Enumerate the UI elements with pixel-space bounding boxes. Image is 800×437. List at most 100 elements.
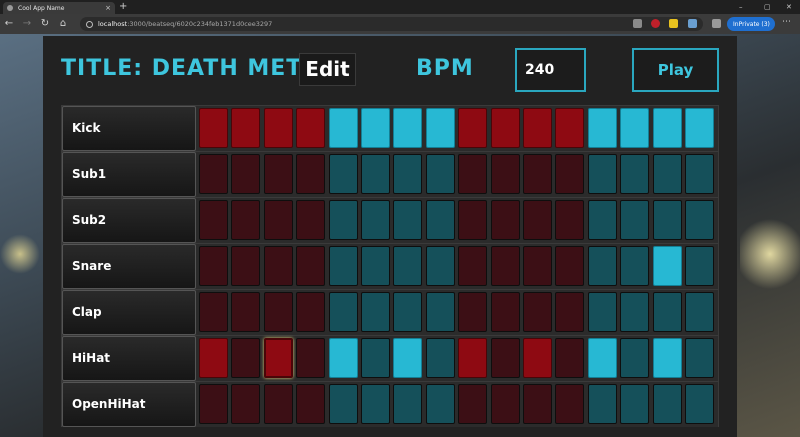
step-cell[interactable]: [652, 246, 682, 286]
step-cell[interactable]: [199, 200, 228, 240]
step-cell[interactable]: [555, 108, 585, 148]
reader-icon[interactable]: [633, 19, 642, 28]
step-cell[interactable]: [199, 384, 228, 424]
step-cell[interactable]: [328, 384, 358, 424]
back-button[interactable]: ←: [0, 14, 18, 34]
step-cell[interactable]: [231, 154, 261, 194]
step-cell[interactable]: [199, 338, 228, 378]
edit-title-button[interactable]: Edit: [299, 53, 356, 86]
step-cell[interactable]: [685, 292, 714, 332]
step-cell[interactable]: [231, 292, 261, 332]
step-cell[interactable]: [685, 246, 714, 286]
step-cell[interactable]: [685, 338, 714, 378]
step-cell[interactable]: [587, 108, 617, 148]
step-cell[interactable]: [620, 154, 650, 194]
forward-button[interactable]: →: [18, 14, 36, 34]
step-cell[interactable]: [199, 108, 228, 148]
step-cell[interactable]: [490, 108, 520, 148]
step-cell[interactable]: [199, 292, 228, 332]
step-cell[interactable]: [361, 246, 390, 286]
step-cell[interactable]: [263, 246, 293, 286]
step-cell[interactable]: [620, 292, 650, 332]
site-info-icon[interactable]: [86, 20, 93, 28]
step-cell[interactable]: [361, 292, 390, 332]
step-cell[interactable]: [296, 338, 326, 378]
home-button[interactable]: ⌂: [54, 14, 72, 34]
extension-yellow-icon[interactable]: [669, 19, 678, 28]
step-cell[interactable]: [555, 200, 585, 240]
step-cell[interactable]: [587, 292, 617, 332]
step-cell[interactable]: [199, 154, 228, 194]
step-cell[interactable]: [458, 200, 488, 240]
step-cell[interactable]: [587, 246, 617, 286]
track-name[interactable]: HiHat: [62, 336, 196, 381]
step-cell[interactable]: [361, 108, 390, 148]
step-cell[interactable]: [555, 292, 585, 332]
inprivate-badge[interactable]: InPrivate (3): [727, 17, 775, 31]
step-cell[interactable]: [555, 384, 585, 424]
step-cell[interactable]: [458, 108, 488, 148]
step-cell[interactable]: [263, 292, 293, 332]
step-cell[interactable]: [620, 338, 650, 378]
new-tab-button[interactable]: +: [119, 1, 127, 13]
step-cell[interactable]: [523, 154, 552, 194]
track-name[interactable]: Sub2: [62, 198, 196, 243]
step-cell[interactable]: [328, 292, 358, 332]
step-cell[interactable]: [425, 338, 455, 378]
step-cell[interactable]: [490, 292, 520, 332]
step-cell[interactable]: [263, 200, 293, 240]
step-cell[interactable]: [361, 200, 390, 240]
step-cell[interactable]: [393, 154, 423, 194]
track-name[interactable]: Kick: [62, 106, 196, 151]
step-cell[interactable]: [458, 246, 488, 286]
step-cell[interactable]: [263, 154, 293, 194]
step-cell[interactable]: [231, 200, 261, 240]
step-cell[interactable]: [555, 338, 585, 378]
step-cell[interactable]: [328, 108, 358, 148]
step-cell[interactable]: [458, 292, 488, 332]
step-cell[interactable]: [328, 154, 358, 194]
step-cell[interactable]: [263, 338, 293, 378]
step-cell[interactable]: [425, 154, 455, 194]
step-cell[interactable]: [523, 292, 552, 332]
step-cell[interactable]: [458, 154, 488, 194]
step-cell[interactable]: [425, 246, 455, 286]
step-cell[interactable]: [328, 200, 358, 240]
step-cell[interactable]: [587, 338, 617, 378]
track-name[interactable]: Clap: [62, 290, 196, 335]
step-cell[interactable]: [685, 154, 714, 194]
step-cell[interactable]: [523, 246, 552, 286]
step-cell[interactable]: [458, 338, 488, 378]
step-cell[interactable]: [685, 384, 714, 424]
step-cell[interactable]: [361, 338, 390, 378]
step-cell[interactable]: [652, 108, 682, 148]
step-cell[interactable]: [652, 292, 682, 332]
step-cell[interactable]: [361, 154, 390, 194]
step-cell[interactable]: [620, 200, 650, 240]
step-cell[interactable]: [652, 384, 682, 424]
step-cell[interactable]: [393, 338, 423, 378]
step-cell[interactable]: [490, 200, 520, 240]
step-cell[interactable]: [523, 108, 552, 148]
step-cell[interactable]: [393, 246, 423, 286]
step-cell[interactable]: [231, 384, 261, 424]
maximize-button[interactable]: ▢: [764, 1, 771, 13]
step-cell[interactable]: [685, 108, 714, 148]
step-cell[interactable]: [263, 108, 293, 148]
address-bar[interactable]: localhost :3000/beatseq/6020c234feb1371d…: [80, 17, 703, 31]
step-cell[interactable]: [393, 200, 423, 240]
step-cell[interactable]: [652, 338, 682, 378]
favorites-icon[interactable]: [712, 19, 721, 28]
step-cell[interactable]: [620, 384, 650, 424]
track-name[interactable]: OpenHiHat: [62, 382, 196, 427]
step-cell[interactable]: [620, 246, 650, 286]
step-cell[interactable]: [296, 292, 326, 332]
play-button[interactable]: Play: [632, 48, 719, 92]
step-cell[interactable]: [555, 246, 585, 286]
step-cell[interactable]: [393, 292, 423, 332]
step-cell[interactable]: [296, 108, 326, 148]
step-cell[interactable]: [587, 384, 617, 424]
step-cell[interactable]: [393, 108, 423, 148]
step-cell[interactable]: [361, 384, 390, 424]
track-name[interactable]: Sub1: [62, 152, 196, 197]
